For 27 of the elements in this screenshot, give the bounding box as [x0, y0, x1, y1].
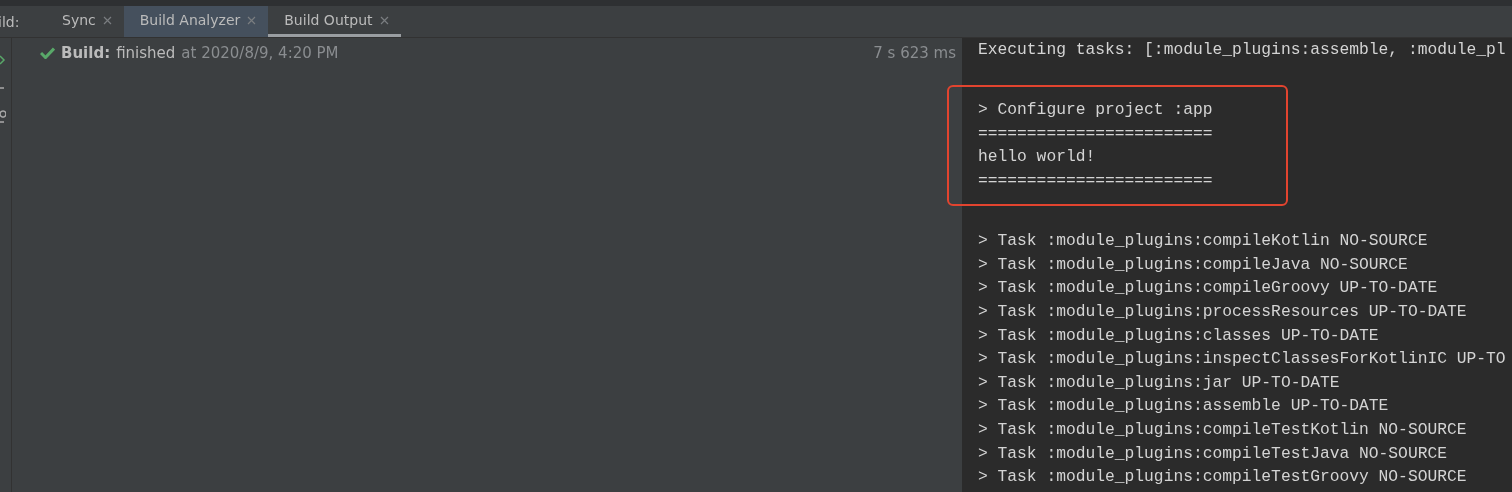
console-line: > Task :module_plugins:compileTestGroovy NO-SOURCE	[978, 466, 1468, 489]
console-line: > Task :module_plugins:assemble UP-TO-DATE	[978, 395, 1390, 418]
tab[interactable]: Sync	[46, 6, 124, 37]
console-line: > Task :module_plugins:classes UP-TO-DATE	[978, 324, 1380, 347]
tab[interactable]: Build Analyzer	[123, 6, 269, 37]
close-icon[interactable]	[102, 15, 112, 25]
console-line: > Task :module_plugins:compileGroovy UP-TO-DATE	[978, 277, 1439, 300]
console-line: > Task :module_plugins:compileJava NO-SOURCE	[978, 253, 1409, 276]
tab[interactable]: Build Output	[268, 6, 401, 37]
console-line: > Task :module_plugins:compileTestJava NO-SOURCE	[978, 442, 1448, 465]
tool-window-label: ild:	[0, 12, 21, 32]
console-line: > Task :module_plugins:processResources UP-TO-DATE	[978, 300, 1468, 323]
console-line: > Configure project :app	[978, 99, 1214, 122]
console-line: > Task :module_plugins:inspectClassesForKotlinIC UP-TO	[978, 348, 1507, 371]
build-result: finished	[116, 44, 176, 62]
close-icon[interactable]	[247, 15, 257, 25]
console-line: > Task :module_plugins:compileKotlin NO-SOURCE	[978, 230, 1429, 253]
console-line: ========================	[978, 122, 1214, 145]
console-line: ========================	[978, 169, 1214, 192]
console-line: hello world!	[978, 146, 1097, 169]
build-duration: 7 s 623 ms	[873, 44, 956, 62]
console-line: > Task :module_plugins:jar UP-TO-DATE	[978, 371, 1341, 394]
build-label: Build:	[61, 44, 111, 62]
close-icon[interactable]	[379, 15, 389, 25]
console-line: Executing tasks: [:module_plugins:assemble, :module_pl	[978, 39, 1507, 61]
build-time: at 2020/8/9, 4:20 PM	[181, 44, 339, 62]
console-line: > Task :module_plugins:compileTestKotlin NO-SOURCE	[978, 418, 1468, 441]
